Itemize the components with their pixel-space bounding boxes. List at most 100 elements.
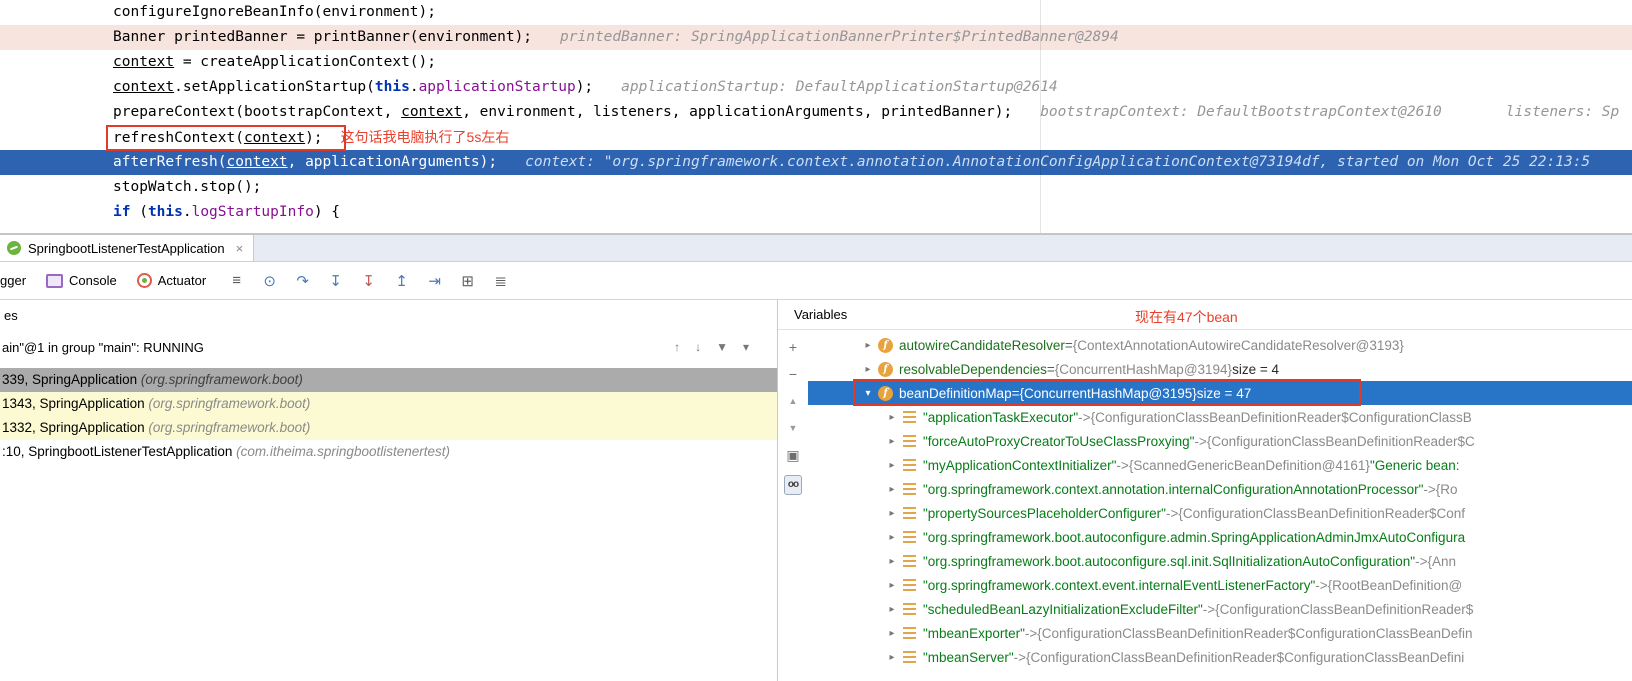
settings-icon[interactable]: ≣ [488,272,513,290]
force-step-into-icon[interactable]: ↧ [356,272,381,290]
step-out-icon[interactable]: ↥ [389,272,414,290]
chevron-right-icon[interactable]: ▸ [860,364,876,375]
dropdown-chevron-icon[interactable]: ▾ [743,340,749,354]
equals-sign: = [1064,337,1073,353]
watches-icon[interactable]: oo [783,475,803,495]
chevron-down-icon[interactable]: ▾ [860,388,876,399]
map-entry-icon [903,459,916,471]
code-text: printedBanner: SpringApplicationBannerPr… [560,29,1119,45]
step-over-icon[interactable]: ↷ [290,272,315,290]
map-entry-icon [903,651,916,663]
spring-boot-icon [7,241,21,255]
variables-pane: Variables 现在有47个bean + − ▲ ▼ ▣ oo ▸ f autowireC… [778,300,1632,681]
frame-rows: 339, SpringApplication (org.springframew… [0,364,777,464]
debug-tab-bar: SpringbootListenerTestApplication × [0,234,1632,262]
debug-content: es ain"@1 in group "main": RUNNING ↑ ↓ ▼ ▾ … [0,300,1632,681]
variable-row[interactable]: ▸ "org.springframework.context.event.inte… [808,573,1632,597]
variable-row[interactable]: ▸ "propertySourcesPlaceholderConfigurer" … [808,501,1632,525]
variable-row[interactable]: ▸ f autowireCandidateResolver = {ContextAn… [808,333,1632,357]
code-text: ) { [313,204,341,220]
chevron-right-icon[interactable]: ▸ [884,556,900,567]
arrow-separator: -> [1165,505,1179,521]
frame-row[interactable]: 339, SpringApplication (org.springframew… [0,368,777,392]
arrow-separator: -> [1415,553,1428,569]
entry-key: "applicationTaskExecutor" [923,409,1079,425]
chevron-right-icon[interactable]: ▸ [884,508,900,519]
entry-string-preview: "Generic bean: [1369,457,1460,473]
arrow-separator: -> [1116,457,1129,473]
chevron-right-icon[interactable]: ▸ [884,484,900,495]
actuator-icon [136,273,152,288]
map-entry-icon [903,627,916,639]
variable-row[interactable]: ▸ "scheduledBeanLazyInitializationExclude… [808,597,1632,621]
show-execution-point-icon[interactable]: ⊙ [257,272,282,290]
toolbar-tab-console[interactable]: Console [46,273,117,288]
frame-row[interactable]: 1332, SpringApplication (org.springframe… [0,416,777,440]
bean-count-annotation: 现在有47个bean [1135,309,1238,325]
frame-up-icon[interactable]: ↑ [674,340,680,354]
frames-pane: es ain"@1 in group "main": RUNNING ↑ ↓ ▼ ▾ … [0,300,778,681]
frame-down-icon[interactable]: ↓ [695,340,701,354]
frame-package: (com.itheima.springbootlistenertest) [236,444,450,459]
remove-watch-icon[interactable]: − [789,367,797,381]
run-to-cursor-icon[interactable]: ⇥ [422,272,447,290]
variable-name: resolvableDependencies [899,361,1047,377]
debug-session-tab[interactable]: SpringbootListenerTestApplication × [0,235,255,261]
hamburger-menu-icon[interactable]: ≡ [224,272,249,289]
frame-row[interactable]: 1343, SpringApplication (org.springframe… [0,392,777,416]
chevron-right-icon[interactable]: ▸ [884,436,900,447]
variable-value: {ContextAnnotationAutowireCandidateResol… [1072,337,1404,353]
chevron-right-icon[interactable]: ▸ [884,628,900,639]
scroll-up-icon[interactable]: ▲ [789,394,798,408]
code-text: ); [575,79,594,95]
chevron-right-icon[interactable]: ▸ [884,460,900,471]
variable-row[interactable]: ▸ "org.springframework.boot.autoconfigure… [808,525,1632,549]
add-watch-icon[interactable]: + [789,340,797,354]
code-text: refreshContext( [113,130,244,146]
frame-row[interactable]: :10, SpringbootListenerTestApplication (… [0,440,777,464]
variable-row[interactable]: ▸ "mbeanExporter" -> {ConfigurationClassB… [808,621,1632,645]
variable-row[interactable]: ▸ "mbeanServer" -> {ConfigurationClassBea… [808,645,1632,669]
arrow-separator: -> [1202,601,1216,617]
chevron-right-icon[interactable]: ▸ [884,580,900,591]
variable-row[interactable]: ▸ "applicationTaskExecutor" -> {Configura… [808,405,1632,429]
variable-row[interactable]: ▸ "myApplicationContextInitializer" -> {S… [808,453,1632,477]
chevron-right-icon[interactable]: ▸ [884,652,900,663]
variable-row[interactable]: ▸ f resolvableDependencies = {ConcurrentHa… [808,357,1632,381]
entry-key: "mbeanExporter" [923,625,1025,641]
view-breakpoints-icon[interactable]: ⊞ [455,272,480,290]
thread-selector[interactable]: ain"@1 in group "main": RUNNING ↑ ↓ ▼ ▾ [0,330,777,364]
chevron-right-icon[interactable]: ▸ [860,340,876,351]
chevron-right-icon[interactable]: ▸ [884,532,900,543]
toolbar-tab-actuator[interactable]: Actuator [136,273,206,288]
code-text: context [113,54,175,70]
field-icon: f [878,361,893,377]
code-text: stopWatch.stop(); [113,179,262,195]
filter-icon[interactable]: ▼ [716,340,728,354]
thread-status-label: ain"@1 in group "main": RUNNING [2,339,204,355]
code-text: logStartupInfo [191,204,314,220]
close-icon[interactable]: × [236,241,244,256]
variable-row[interactable]: ▸ "org.springframework.context.annotation… [808,477,1632,501]
chevron-right-icon[interactable]: ▸ [884,604,900,615]
code-text: ( [130,204,148,220]
variable-row[interactable]: ▸ "org.springframework.boot.autoconfigure… [808,549,1632,573]
copy-value-icon[interactable]: ▣ [786,448,799,462]
entry-key: "propertySourcesPlaceholderConfigurer" [923,505,1166,521]
code-text: this [374,79,410,95]
entry-value: {RootBeanDefinition@ [1327,577,1463,593]
variable-row[interactable]: ▾ f beanDefinitionMap = {ConcurrentHashMap… [808,381,1632,405]
code-editor[interactable]: configureIgnoreBeanInfo(environment); Ban… [0,0,1632,234]
frames-header-label: es [4,307,18,323]
entry-key: "mbeanServer" [923,649,1014,665]
variable-row[interactable]: ▸ "forceAutoProxyCreatorToUseClassProxyin… [808,429,1632,453]
step-into-icon[interactable]: ↧ [323,272,348,290]
code-text: context [243,130,306,146]
frame-location: 1343, SpringApplication [2,396,149,411]
code-line: Banner printedBanner = printBanner(envir… [0,25,1632,50]
debug-session-tab-label: SpringbootListenerTestApplication [28,240,225,256]
chevron-right-icon[interactable]: ▸ [884,412,900,423]
code-text: context [113,79,175,95]
scroll-down-icon[interactable]: ▼ [789,421,798,435]
toolbar-tab-gger[interactable]: gger [0,273,26,288]
